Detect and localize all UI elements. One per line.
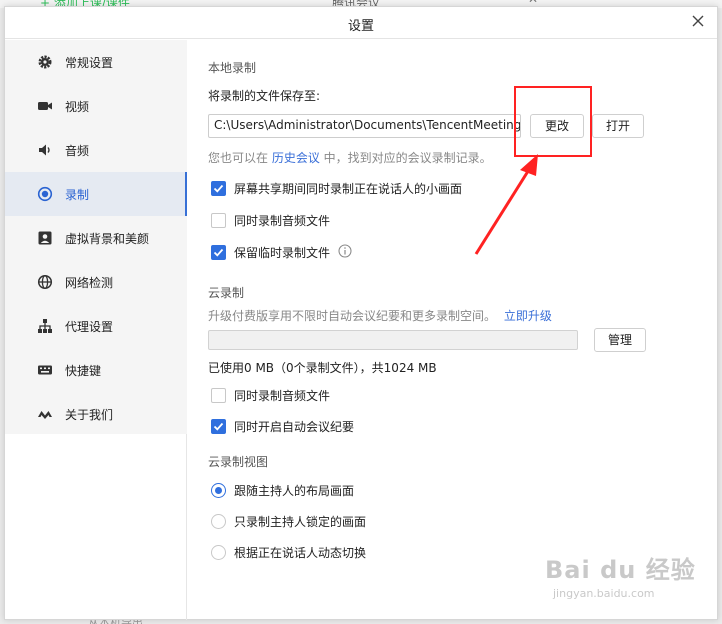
checkbox-label: 保留临时录制文件 [234, 246, 331, 260]
open-folder-button[interactable]: 打开 [592, 114, 644, 138]
sidebar-item-shortcuts[interactable]: 快捷键 [5, 348, 187, 392]
cloud-view-title: 云录制视图 [208, 455, 269, 469]
radio-host-locked-view[interactable]: 只录制主持人锁定的画面 [211, 513, 366, 530]
network-tree-icon [37, 318, 53, 334]
checkbox-unchecked[interactable] [211, 388, 226, 403]
radio-label: 根据正在说话人动态切换 [234, 546, 367, 560]
checkbox-unchecked[interactable] [211, 213, 226, 228]
local-recording-title: 本地录制 [208, 61, 257, 75]
checkbox-checked[interactable] [211, 419, 226, 434]
radio-unselected[interactable] [211, 514, 226, 529]
check-icon [213, 422, 224, 431]
sidebar-item-label: 虚拟背景和美颜 [65, 231, 150, 246]
sidebar-item-network-test[interactable]: 网络检测 [5, 260, 187, 304]
radio-selected[interactable] [211, 483, 226, 498]
close-icon[interactable] [689, 12, 707, 30]
check-icon [213, 184, 224, 193]
sidebar-item-video[interactable]: 视频 [5, 84, 187, 128]
checkbox-label: 同时录制音频文件 [234, 214, 331, 228]
gear-icon [37, 54, 53, 70]
record-icon [37, 186, 53, 202]
radio-unselected[interactable] [211, 545, 226, 560]
radio-label: 只录制主持人锁定的画面 [234, 515, 367, 529]
sidebar-item-general[interactable]: 常规设置 [5, 40, 187, 84]
sidebar-item-proxy[interactable]: 代理设置 [5, 304, 187, 348]
sidebar-item-label: 网络检测 [65, 275, 114, 290]
upgrade-hint: 升级付费版享用不限时自动会议纪要和更多录制空间。 立即升级 [208, 307, 552, 324]
radio-active-speaker[interactable]: 根据正在说话人动态切换 [211, 544, 366, 561]
hint-prefix: 您也可以在 [208, 151, 272, 165]
radio-label: 跟随主持人的布局画面 [234, 484, 355, 498]
sidebar-item-audio[interactable]: 音频 [5, 128, 187, 172]
sidebar-item-label: 快捷键 [65, 363, 102, 378]
check-icon [213, 248, 224, 257]
cloud-storage-bar [208, 330, 578, 350]
history-meetings-link[interactable]: 历史会议 [272, 151, 320, 165]
sidebar-item-label: 常规设置 [65, 55, 114, 70]
checkbox-record-speaker-during-share[interactable]: 屏幕共享期间同时录制正在说话人的小画面 [211, 180, 462, 197]
checkbox-label: 屏幕共享期间同时录制正在说话人的小画面 [234, 182, 463, 196]
sidebar-item-label: 录制 [65, 187, 90, 202]
history-hint: 您也可以在 历史会议 中，找到对应的会议录制记录。 [208, 149, 492, 166]
keyboard-icon [37, 362, 53, 378]
cloud-recording-title: 云录制 [208, 286, 245, 300]
checkbox-checked[interactable] [211, 181, 226, 196]
sidebar-item-label: 关于我们 [65, 407, 114, 422]
sidebar-item-recording[interactable]: 录制 [5, 172, 187, 216]
radio-follow-host-layout[interactable]: 跟随主持人的布局画面 [211, 482, 354, 499]
hint-suffix: 中，找到对应的会议录制记录。 [319, 151, 492, 165]
upgrade-text: 升级付费版享用不限时自动会议纪要和更多录制空间。 [208, 309, 497, 323]
settings-dialog: 设置 常规设置 视频 音频 录制 虚拟背景和美颜 网络检测 代理设置 快捷键 关… [4, 6, 718, 620]
checkbox-keep-temp-files[interactable]: 保留临时录制文件 [211, 244, 352, 261]
dialog-title: 设置 [347, 19, 374, 34]
recording-settings-panel: 本地录制 将录制的文件保存至: C:\Users\Administrator\D… [208, 40, 713, 620]
speaker-icon [37, 142, 53, 158]
brand-logo-icon [37, 406, 53, 422]
cloud-usage-text: 已使用0 MB（0个录制文件），共1024 MB [208, 361, 437, 375]
portrait-icon [37, 230, 53, 246]
dialog-titlebar: 设置 [5, 7, 717, 39]
sidebar-item-label: 视频 [65, 99, 90, 114]
globe-icon [37, 274, 53, 290]
settings-sidebar: 常规设置 视频 音频 录制 虚拟背景和美颜 网络检测 代理设置 快捷键 关于我们 [5, 40, 187, 620]
sidebar-item-label: 代理设置 [65, 319, 114, 334]
manage-cloud-button[interactable]: 管理 [594, 328, 646, 352]
change-path-button[interactable]: 更改 [530, 114, 584, 138]
checkbox-auto-minutes[interactable]: 同时开启自动会议纪要 [211, 418, 354, 435]
checkbox-label: 同时录制音频文件 [234, 389, 331, 403]
checkbox-label: 同时开启自动会议纪要 [234, 420, 355, 434]
info-icon[interactable] [338, 244, 352, 261]
save-to-label: 将录制的文件保存至: [208, 89, 321, 103]
save-path-field[interactable]: C:\Users\Administrator\Documents\Tencent… [208, 114, 521, 138]
checkbox-cloud-record-audio[interactable]: 同时录制音频文件 [211, 387, 330, 404]
sidebar-item-virtual-background[interactable]: 虚拟背景和美颜 [5, 216, 187, 260]
checkbox-checked[interactable] [211, 245, 226, 260]
checkbox-local-record-audio[interactable]: 同时录制音频文件 [211, 212, 330, 229]
video-camera-icon [37, 98, 53, 114]
sidebar-item-label: 音频 [65, 143, 90, 158]
upgrade-now-link[interactable]: 立即升级 [504, 309, 552, 323]
sidebar-item-about[interactable]: 关于我们 [5, 392, 187, 436]
